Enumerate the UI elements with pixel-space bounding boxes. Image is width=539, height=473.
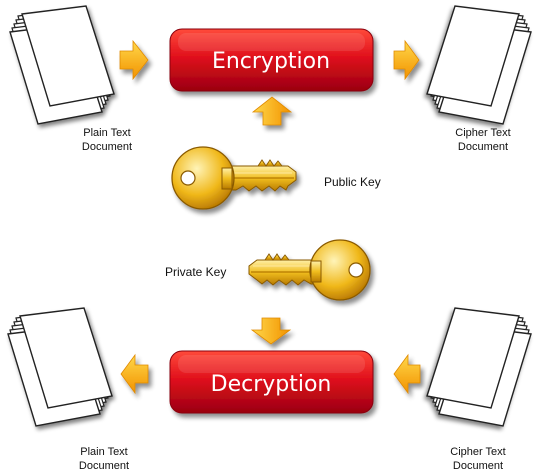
document-stack-icon <box>426 307 532 427</box>
doc-label-line: Document <box>82 141 132 153</box>
doc-label-line: Plain Text <box>83 127 131 139</box>
document-stack-icon <box>9 5 115 125</box>
doc-label-line: Document <box>79 460 129 472</box>
doc-label-line: Document <box>458 141 508 153</box>
public-key-label: Public Key <box>324 175 381 189</box>
left-arrow-icon <box>120 353 149 395</box>
down-arrow-icon <box>250 317 292 345</box>
doc-label-line: Cipher Text <box>450 446 505 458</box>
decryption-label: Decryption <box>211 372 332 397</box>
document-stack-icon <box>426 5 532 125</box>
document-stack-icon <box>7 307 113 427</box>
left-arrow-icon <box>393 353 421 395</box>
up-arrow-icon <box>251 96 293 126</box>
key-icon <box>248 239 371 301</box>
right-arrow-icon <box>119 39 149 81</box>
doc-label-line: Plain Text <box>80 446 128 458</box>
right-arrow-icon <box>393 39 420 81</box>
key-icon <box>171 146 297 210</box>
encryption-diagram: Encryption Plain Text Document Cipher Te… <box>7 5 532 472</box>
private-key-label: Private Key <box>165 265 226 279</box>
encryption-label: Encryption <box>212 49 330 74</box>
doc-label-line: Cipher Text <box>455 127 510 139</box>
doc-label-line: Document <box>453 460 503 472</box>
